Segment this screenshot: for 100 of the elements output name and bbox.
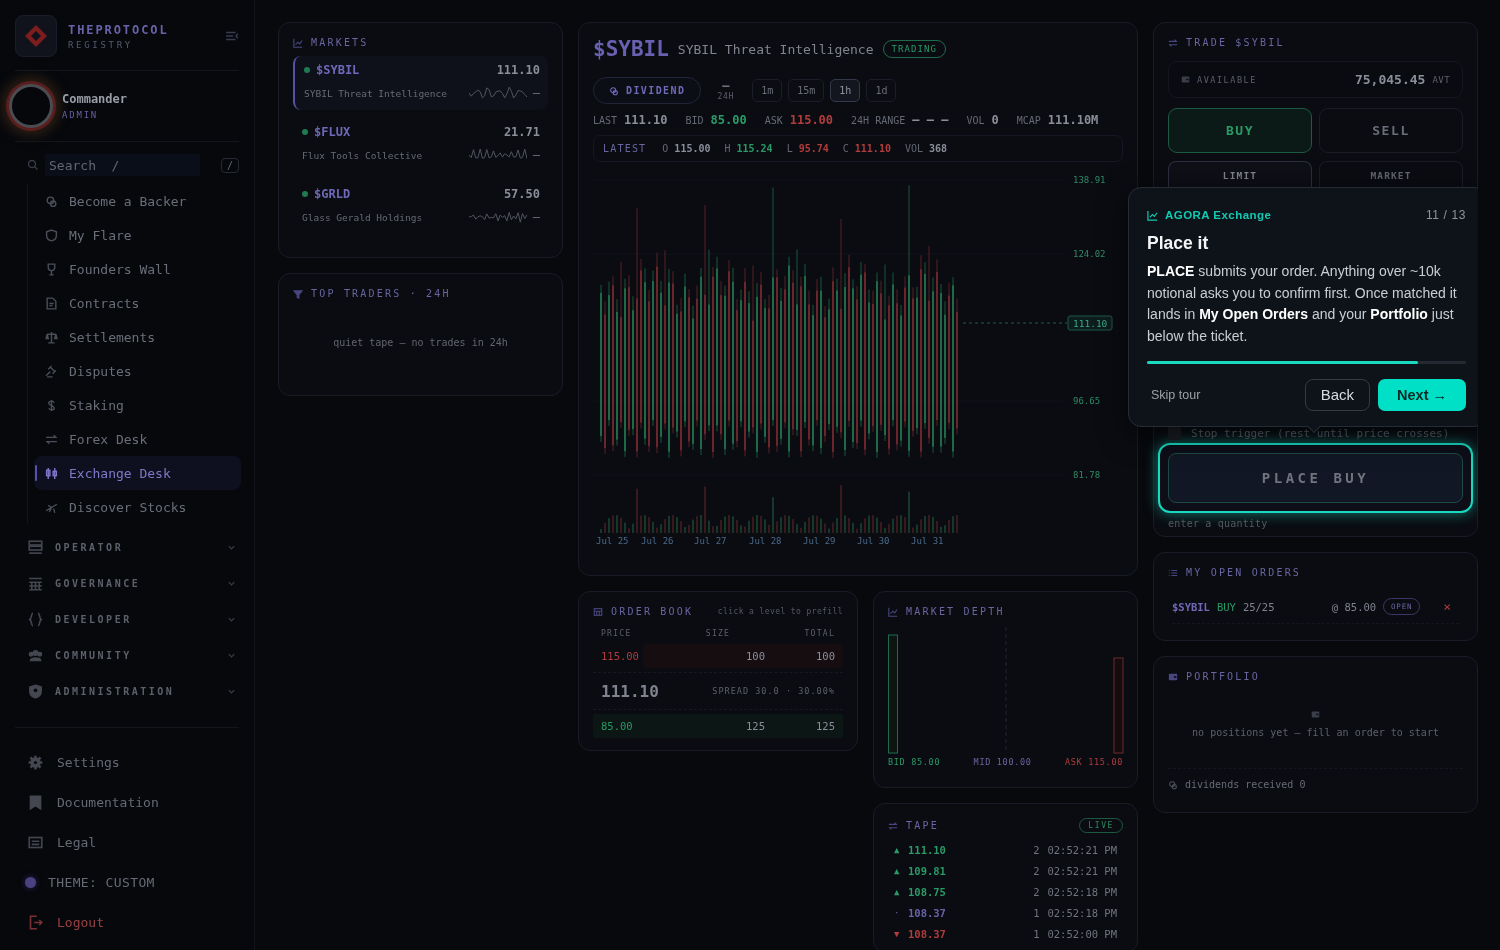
trade-price: 108.75 [908, 885, 946, 898]
section-header[interactable]: ADMINISTRATION [15, 673, 237, 709]
axis-label: 138.91 [1073, 175, 1106, 185]
axis-label: Jul 28 [749, 536, 782, 546]
dividend-button[interactable]: DIVIDEND [593, 77, 702, 104]
nav-item[interactable]: Become a Backer [34, 184, 241, 218]
footer-link[interactable]: Settings [15, 742, 239, 782]
cancel-button[interactable]: × [1443, 599, 1451, 614]
trade-time: 02:52:21 PM [1047, 864, 1117, 877]
place-order-button[interactable]: PLACE BUY [1168, 453, 1463, 503]
logout-link[interactable]: Logout [15, 902, 239, 942]
timeframe-tab[interactable]: 15m [788, 79, 825, 102]
trade-size: 1 [1033, 906, 1040, 919]
collapse-icon[interactable] [225, 29, 239, 43]
sparkline [468, 86, 527, 100]
trade-price: 108.37 [908, 906, 946, 919]
ticker: $FLUX [314, 125, 351, 139]
section-header[interactable]: COMMUNITY [15, 637, 237, 673]
timeframe-tab[interactable]: 1d [866, 79, 897, 102]
balance-label: AVAILABLE [1197, 74, 1257, 85]
user-role: ADMIN [62, 110, 100, 120]
nav-item[interactable]: Contracts [34, 286, 241, 320]
brand-subtitle: REGISTRY [68, 39, 134, 50]
section-header[interactable]: OPERATOR [15, 529, 237, 565]
doc-icon [45, 296, 58, 310]
swap-icon [888, 820, 898, 831]
company-name: SYBIL Threat Intelligence [677, 41, 874, 57]
ohlc-value: 115.00 [674, 143, 711, 154]
sparkline [468, 148, 527, 162]
ticker: $SYBIL [316, 63, 360, 77]
price: 111.10 [496, 63, 540, 77]
step-counter: 11 / 13 [1426, 208, 1466, 222]
next-button[interactable]: Next → [1378, 378, 1466, 411]
mid-label: MID 100.00 [973, 757, 1032, 767]
nav-item[interactable]: Exchange Desk [34, 456, 241, 490]
search-icon [27, 159, 39, 171]
ohlc-field-label: C [842, 143, 849, 154]
panel-title: MARKET DEPTH [906, 606, 1005, 617]
nav-item[interactable]: My Flare [34, 218, 241, 252]
tour-title: Place it [1147, 233, 1210, 254]
nav-item[interactable]: Staking [34, 388, 241, 422]
order-type-tab[interactable]: LIMIT [1168, 161, 1312, 189]
side-toggle[interactable]: SELL [1319, 108, 1463, 153]
direction-icon: ▼ [894, 928, 908, 939]
logout-icon [28, 914, 43, 930]
axis-label: 124.02 [1073, 249, 1106, 259]
market-item[interactable]: $SYBIL 111.10 SYBIL Threat Intelligence – [293, 56, 548, 110]
dividends-text: dividends received 0 [1185, 779, 1306, 790]
coins-icon [1168, 779, 1178, 790]
admin-icon [28, 683, 43, 699]
sparkline [468, 210, 527, 224]
stat-label: VOL [966, 115, 985, 126]
price: 57.50 [503, 187, 540, 201]
section-header[interactable]: GOVERNANCE [15, 565, 237, 601]
stat-value: 85.00 [710, 113, 747, 127]
back-button[interactable]: Back [1304, 378, 1371, 411]
avatar[interactable] [9, 84, 53, 128]
price-cell-text: 85.00 [601, 720, 634, 732]
ohlc-value: 95.74 [798, 143, 829, 154]
price: 21.71 [503, 125, 540, 139]
price-tag: 111.10 [1067, 315, 1113, 331]
nav-item[interactable]: Forex Desk [34, 422, 241, 456]
axis-label: 96.65 [1073, 396, 1101, 406]
bid-row[interactable]: 85.00 125 125 [593, 714, 843, 738]
column-header: SIZE [705, 629, 731, 638]
ask-row[interactable]: 115.00 100 100 [593, 644, 843, 668]
nav-item[interactable]: Disputes [34, 354, 241, 388]
logo[interactable] [15, 15, 57, 57]
market-item[interactable]: $GRLD 57.50 Glass Gerald Holdings – [293, 180, 548, 234]
note-icon [28, 834, 43, 850]
section-header[interactable]: DEVELOPER [15, 601, 237, 637]
axis-label: Jul 31 [911, 536, 944, 546]
market-name: Glass Gerald Holdings [302, 211, 423, 223]
wallet-icon [1311, 710, 1320, 719]
balance-value: 75,045.45 [1354, 72, 1426, 87]
search-field[interactable]: Search / [45, 154, 200, 176]
hint-text: click a level to prefill [717, 607, 843, 616]
chart-icon [293, 37, 303, 48]
ticker-title: $SYBIL [593, 37, 669, 61]
timeframe-tab[interactable]: 1m [752, 79, 783, 102]
trade-time: 02:52:18 PM [1047, 885, 1117, 898]
trade-size: 1 [1033, 927, 1040, 940]
price-cell-text: 115.00 [601, 650, 640, 662]
skip-link[interactable]: Skip tour [1151, 387, 1201, 402]
nav-item[interactable]: Founders Wall [34, 252, 241, 286]
footer-link[interactable]: Documentation [15, 782, 239, 822]
user-name: Commander [62, 92, 128, 106]
change: – [532, 148, 540, 162]
theme-toggle[interactable]: THEME: CUSTOM [15, 862, 239, 902]
ohlc-field-label: L [786, 143, 793, 154]
wallet-icon [1181, 75, 1190, 84]
footer-link[interactable]: Legal [15, 822, 239, 862]
axis-label: Jul 30 [857, 536, 890, 546]
nav-item[interactable]: Discover Stocks [34, 490, 241, 524]
trade-size: 2 [1033, 864, 1040, 877]
nav-item[interactable]: Settlements [34, 320, 241, 354]
side-toggle[interactable]: BUY [1168, 108, 1312, 153]
ohlc-value: 115.24 [736, 143, 773, 154]
market-item[interactable]: $FLUX 21.71 Flux Tools Collective – [293, 118, 548, 172]
timeframe-tab[interactable]: 1h [830, 79, 861, 102]
